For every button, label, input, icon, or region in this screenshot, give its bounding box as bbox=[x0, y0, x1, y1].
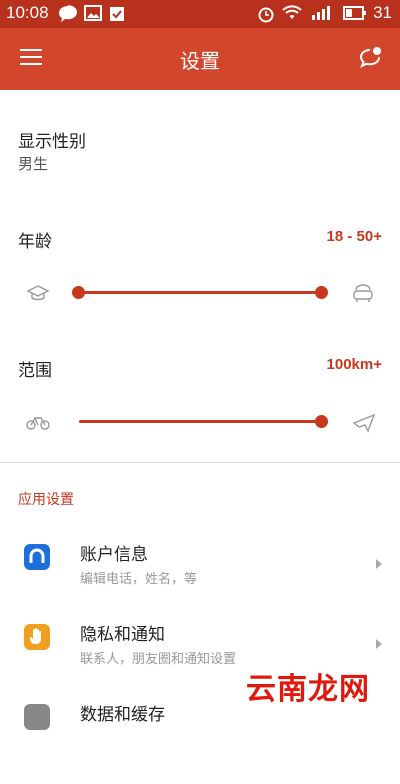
age-slider-max-thumb[interactable] bbox=[315, 286, 328, 299]
chat-notification-icon[interactable] bbox=[358, 46, 382, 70]
gender-label: 显示性别 bbox=[18, 132, 86, 152]
row-title: 隐私和通知 bbox=[80, 625, 165, 645]
distance-label: 范围 bbox=[18, 361, 52, 381]
page-title: 设置 bbox=[180, 49, 220, 73]
distance-slider-thumb[interactable] bbox=[315, 415, 328, 428]
battery-level: 31 bbox=[373, 3, 392, 22]
hand-icon bbox=[24, 624, 50, 650]
age-slider-track[interactable] bbox=[79, 291, 321, 294]
settings-row-data[interactable]: 数据和缓存 bbox=[0, 704, 400, 784]
status-bar: 10:08 31 bbox=[0, 0, 400, 28]
age-value: 18 - 50+ bbox=[326, 228, 382, 245]
task-icon bbox=[110, 7, 124, 21]
chevron-right-icon bbox=[376, 639, 382, 649]
settings-row-account[interactable]: 账户信息 编辑电话，姓名，等 bbox=[0, 544, 400, 624]
airplane-icon bbox=[352, 413, 376, 433]
graduation-cap-icon bbox=[26, 285, 50, 301]
row-subtitle: 联系人，朋友圈和通知设置 bbox=[80, 652, 237, 667]
watermark: 云南龙网 bbox=[246, 672, 370, 707]
account-icon bbox=[24, 544, 50, 570]
row-title: 数据和缓存 bbox=[80, 705, 165, 725]
message-icon bbox=[59, 5, 77, 23]
row-title: 账户信息 bbox=[80, 545, 148, 565]
distance-slider-track[interactable] bbox=[79, 420, 321, 423]
section-divider bbox=[0, 462, 400, 463]
image-icon bbox=[84, 5, 102, 21]
status-time: 10:08 bbox=[6, 3, 49, 22]
gender-value[interactable]: 男生 bbox=[18, 153, 48, 174]
app-bar: 设置 bbox=[0, 28, 400, 90]
age-slider-min-thumb[interactable] bbox=[72, 286, 85, 299]
data-icon bbox=[24, 704, 50, 730]
chevron-right-icon bbox=[376, 559, 382, 569]
alarm-icon bbox=[258, 7, 274, 23]
age-label: 年龄 bbox=[18, 232, 52, 252]
row-subtitle: 编辑电话，姓名，等 bbox=[80, 572, 198, 587]
distance-value: 100km+ bbox=[326, 356, 382, 373]
battery-icon bbox=[343, 6, 366, 20]
section-title-app-settings: 应用设置 bbox=[18, 492, 74, 508]
bicycle-icon bbox=[26, 417, 50, 430]
signal-icon bbox=[312, 6, 330, 20]
wifi-icon bbox=[282, 5, 302, 19]
armchair-icon bbox=[353, 284, 373, 302]
